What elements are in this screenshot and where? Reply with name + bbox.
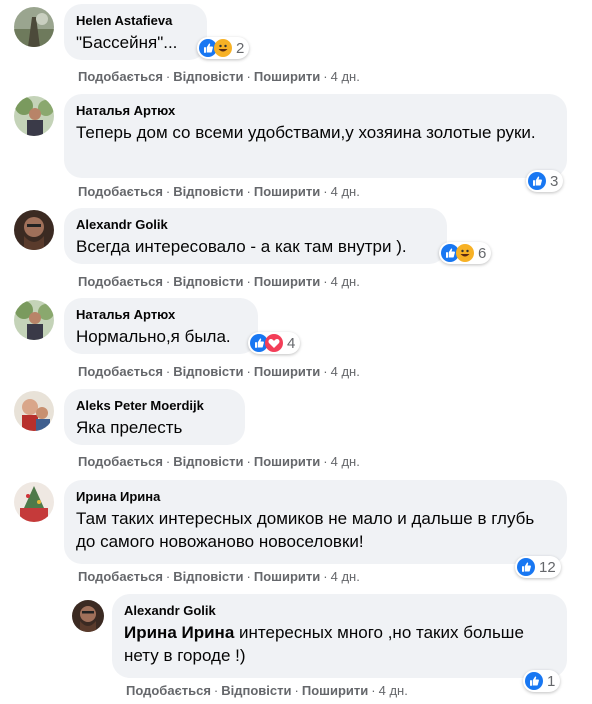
like-button[interactable]: Подобається bbox=[78, 364, 163, 379]
reaction-summary[interactable]: 6 bbox=[439, 242, 492, 264]
like-button[interactable]: Подобається bbox=[78, 184, 163, 199]
reply-button[interactable]: Відповісти bbox=[173, 69, 243, 84]
comment-bubble: Наталья Артюх Теперь дом со всеми удобст… bbox=[64, 94, 567, 178]
like-icon bbox=[528, 172, 546, 190]
reply-button[interactable]: Відповісти bbox=[173, 364, 243, 379]
comment-text: Всегда интересовало - а как там внутри )… bbox=[76, 237, 407, 256]
reaction-count: 6 bbox=[478, 244, 487, 262]
like-button[interactable]: Подобається bbox=[78, 454, 163, 469]
comment-bubble: Helen Astafieva "Бассейня"... bbox=[64, 4, 207, 60]
mention-link[interactable]: Ирина Ирина bbox=[124, 623, 234, 642]
avatar[interactable] bbox=[14, 391, 54, 431]
comment-author[interactable]: Helen Astafieva bbox=[76, 12, 195, 29]
comment-bubble: Aleks Peter Moerdijk Яка прелесть bbox=[64, 389, 245, 445]
reaction-summary[interactable]: 4 bbox=[248, 332, 301, 354]
share-button[interactable]: Поширити bbox=[302, 683, 368, 698]
avatar[interactable] bbox=[14, 96, 54, 136]
comment-author[interactable]: Наталья Артюх bbox=[76, 102, 555, 119]
share-button[interactable]: Поширити bbox=[254, 569, 320, 584]
haha-icon bbox=[456, 244, 474, 262]
reaction-count: 4 bbox=[287, 334, 296, 352]
comment-actions: Подобається · Відповісти · Поширити · 4 дн. bbox=[78, 274, 360, 289]
share-button[interactable]: Поширити bbox=[254, 69, 320, 84]
like-button[interactable]: Подобається bbox=[78, 274, 163, 289]
comment-text: Теперь дом со всеми удобствами,у хозяина… bbox=[76, 123, 536, 142]
comment-actions: Подобається · Відповісти · Поширити · 4 дн. bbox=[78, 454, 360, 469]
comment-text: Яка прелесть bbox=[76, 418, 183, 437]
comment-author[interactable]: Ирина Ирина bbox=[76, 488, 555, 505]
comment-bubble: Alexandr Golik Всегда интересовало - а к… bbox=[64, 208, 447, 264]
comment-timestamp[interactable]: 4 дн. bbox=[331, 69, 360, 84]
comment-author[interactable]: Aleks Peter Moerdijk bbox=[76, 397, 233, 414]
share-button[interactable]: Поширити bbox=[254, 364, 320, 379]
like-button[interactable]: Подобається bbox=[78, 569, 163, 584]
like-icon bbox=[525, 672, 543, 690]
comment-timestamp[interactable]: 4 дн. bbox=[331, 569, 360, 584]
like-button[interactable]: Подобається bbox=[78, 69, 163, 84]
comment-author[interactable]: Наталья Артюх bbox=[76, 306, 246, 323]
avatar[interactable] bbox=[14, 300, 54, 340]
comment-timestamp[interactable]: 4 дн. bbox=[331, 454, 360, 469]
avatar[interactable] bbox=[14, 7, 54, 47]
share-button[interactable]: Поширити bbox=[254, 454, 320, 469]
like-button[interactable]: Подобається bbox=[126, 683, 211, 698]
avatar[interactable] bbox=[72, 600, 104, 632]
reply-button[interactable]: Відповісти bbox=[173, 569, 243, 584]
reaction-summary[interactable]: 1 bbox=[523, 670, 561, 692]
comment-actions: Подобається · Відповісти · Поширити · 4 дн. bbox=[78, 184, 360, 199]
comment-text: Нормально,я была. bbox=[76, 327, 231, 346]
reaction-count: 2 bbox=[236, 39, 245, 57]
comment-text: "Бассейня"... bbox=[76, 33, 178, 52]
comment-bubble: Наталья Артюх Нормально,я была. bbox=[64, 298, 258, 354]
comment-timestamp[interactable]: 4 дн. bbox=[331, 364, 360, 379]
comment-timestamp[interactable]: 4 дн. bbox=[331, 274, 360, 289]
comment-text: Ирина Ирина интересных много ,но таких б… bbox=[124, 621, 555, 667]
comment-bubble: Alexandr Golik Ирина Ирина интересных мн… bbox=[112, 594, 567, 678]
comment-text: Там таких интересных домиков не мало и д… bbox=[76, 509, 535, 551]
comment-actions: Подобається · Відповісти · Поширити · 4 дн. bbox=[78, 69, 360, 84]
reaction-count: 3 bbox=[550, 172, 559, 190]
reply-button[interactable]: Відповісти bbox=[173, 454, 243, 469]
haha-icon bbox=[214, 39, 232, 57]
like-icon bbox=[517, 558, 535, 576]
reply-button[interactable]: Відповісти bbox=[221, 683, 291, 698]
comment-author[interactable]: Alexandr Golik bbox=[76, 216, 435, 233]
reply-button[interactable]: Відповісти bbox=[173, 274, 243, 289]
comment-author[interactable]: Alexandr Golik bbox=[124, 602, 555, 619]
comment-actions: Подобається · Відповісти · Поширити · 4 дн. bbox=[78, 569, 360, 584]
reply-button[interactable]: Відповісти bbox=[173, 184, 243, 199]
share-button[interactable]: Поширити bbox=[254, 274, 320, 289]
avatar[interactable] bbox=[14, 482, 54, 522]
reaction-summary[interactable]: 3 bbox=[526, 170, 564, 192]
comment-actions: Подобається · Відповісти · Поширити · 4 дн. bbox=[78, 364, 360, 379]
love-icon bbox=[265, 334, 283, 352]
comment-actions: Подобається · Відповісти · Поширити · 4 дн. bbox=[126, 683, 408, 698]
comment-timestamp[interactable]: 4 дн. bbox=[379, 683, 408, 698]
reaction-summary[interactable]: 2 bbox=[197, 37, 250, 59]
reaction-count: 12 bbox=[539, 558, 556, 576]
reaction-summary[interactable]: 12 bbox=[515, 556, 561, 578]
comment-bubble: Ирина Ирина Там таких интересных домиков… bbox=[64, 480, 567, 564]
avatar[interactable] bbox=[14, 210, 54, 250]
comment-timestamp[interactable]: 4 дн. bbox=[331, 184, 360, 199]
share-button[interactable]: Поширити bbox=[254, 184, 320, 199]
reaction-count: 1 bbox=[547, 672, 556, 690]
